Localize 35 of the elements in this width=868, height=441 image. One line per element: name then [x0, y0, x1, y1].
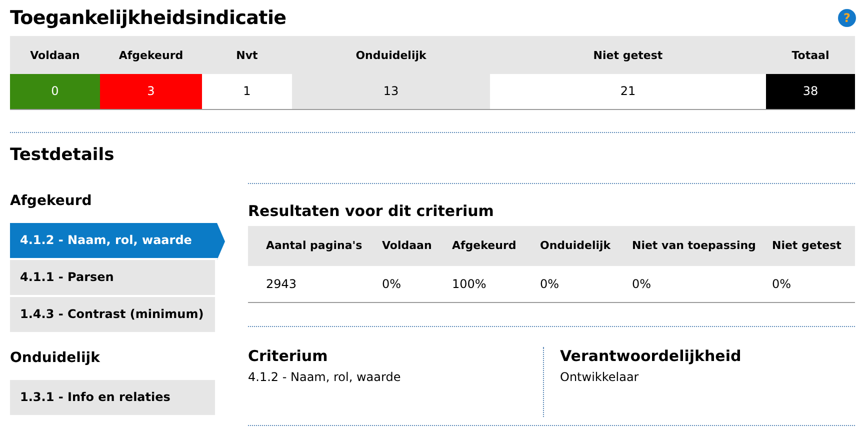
responsibility-heading: Verantwoordelijkheid — [560, 347, 742, 365]
criterion-item[interactable]: 1.3.1 - Info en relaties — [10, 380, 215, 417]
count-cell: 0 — [10, 74, 100, 109]
group-heading: Onduidelijk — [10, 350, 101, 366]
responsibility-text: Ontwikkelaar — [560, 370, 640, 384]
count-cell: 13 — [292, 74, 490, 109]
count-cell: 3 — [100, 74, 202, 109]
column-header: Onduidelijk — [292, 36, 490, 74]
table-cell-text: 0% — [540, 276, 560, 293]
section-title: Testdetails — [10, 145, 116, 167]
column-header: Aantal pagina's — [248, 226, 382, 266]
criterion-item[interactable]: 4.1.2 - Naam, rol, waarde — [10, 223, 225, 260]
table-cell-text: 100% — [452, 276, 488, 293]
column-header: Niet van toepassing — [632, 226, 772, 266]
column-header: Voldaan — [10, 36, 100, 74]
column-header: Niet getest — [490, 36, 766, 74]
column-header: Afgekeurd — [452, 226, 540, 266]
column-header: Afgekeurd — [100, 36, 202, 74]
criterion-item[interactable]: 4.1.1 - Parsen — [10, 260, 215, 297]
count-cell: 38 — [766, 74, 855, 109]
table-cell-text: 0% — [632, 276, 652, 293]
results-title: Resultaten voor dit criterium — [248, 202, 495, 220]
criterium-heading: Criterium — [248, 347, 329, 365]
column-header: Nvt — [202, 36, 292, 74]
column-header: Niet getest — [772, 226, 855, 266]
column-header: Totaal — [766, 36, 855, 74]
criterion-item[interactable]: 1.4.3 - Contrast (minimum) — [10, 297, 215, 334]
column-header: Voldaan — [382, 226, 452, 266]
page-title: Toegankelijkheidsindicatie — [10, 7, 286, 29]
group-heading: Afgekeurd — [10, 193, 93, 209]
table-cell-text: 0% — [772, 276, 792, 293]
criterium-text: 4.1.2 - Naam, rol, waarde — [248, 370, 402, 384]
table-cell-text: 2943 — [265, 276, 298, 293]
table-cell-text: 0% — [382, 276, 402, 293]
column-header: Onduidelijk — [540, 226, 632, 266]
